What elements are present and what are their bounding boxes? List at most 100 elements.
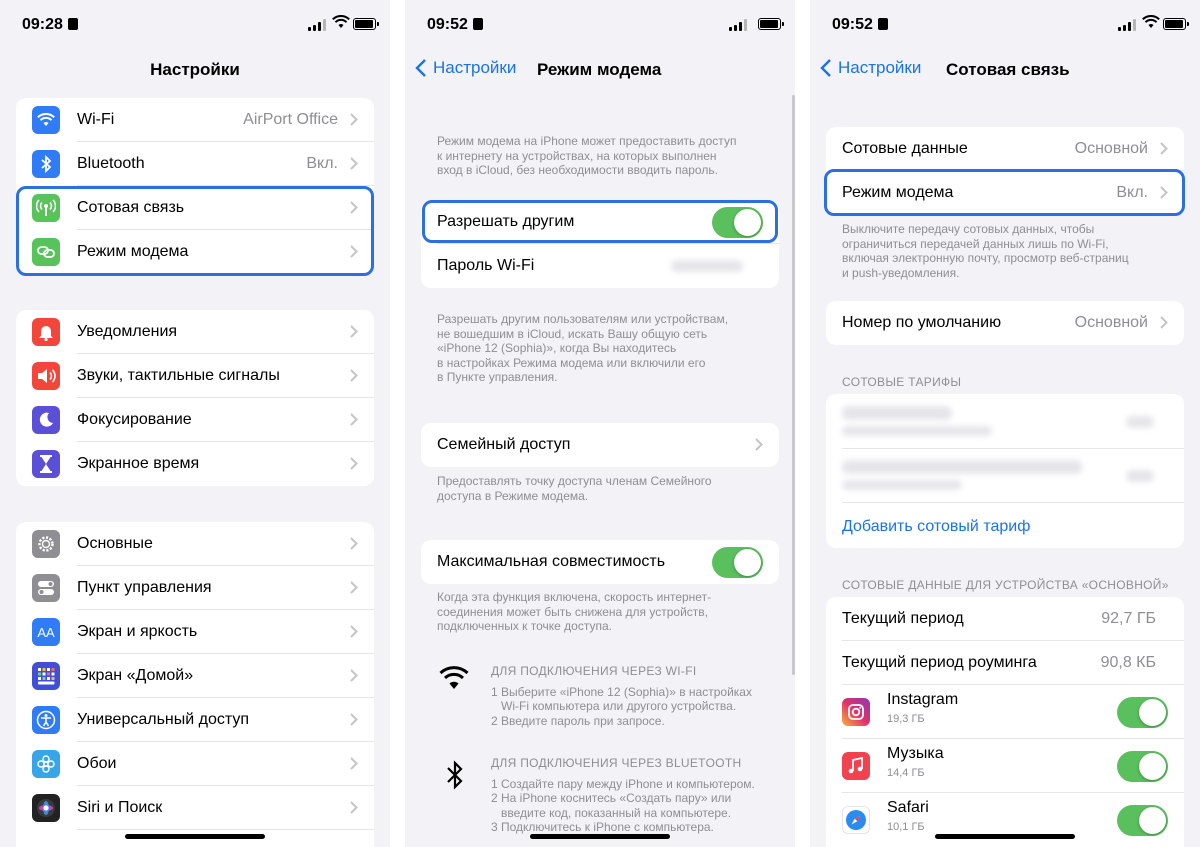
status-time: 09:52 [427, 16, 483, 34]
family-note: Предоставлять точку доступа членам Семей… [437, 474, 712, 503]
row-label: Пункт управления [77, 579, 212, 596]
chevron-right-icon [350, 537, 358, 550]
chevron-left-icon [820, 59, 831, 77]
toggles-icon [32, 574, 60, 602]
lock-icon [877, 18, 888, 30]
hotspot-screen: 09:52 Настройки Режим модема Режим модем… [405, 0, 795, 847]
status-bar: 09:52 [405, 0, 795, 48]
back-label: Настройки [433, 58, 517, 77]
row-label: Уведомления [77, 323, 178, 340]
add-plan-link[interactable]: Добавить сотовый тариф [842, 518, 1030, 536]
nav-bar: Настройки Сотовая связь [810, 48, 1200, 92]
app-usage: 19,3 ГБ [887, 713, 925, 725]
nav-bar: Настройки [0, 48, 390, 92]
blurred-plan-value [1126, 416, 1154, 428]
row-label: Экран и яркость [77, 623, 198, 640]
settings-row-screen-time[interactable]: Экранное время [16, 442, 374, 486]
general-group: Основные Пункт управления AA Экран и ярк… [16, 522, 374, 847]
row-label: Звуки, тактильные сигналы [77, 367, 280, 384]
app-cellular-toggle[interactable] [1117, 697, 1168, 728]
wifi-password-row[interactable]: Пароль Wi-Fi [421, 244, 779, 288]
wifi-instructions: ДЛЯ ПОДКЛЮЧЕНИЯ ЧЕРЕЗ WI-FI 1 Выберите «… [491, 664, 779, 728]
settings-row-wifi[interactable]: Wi-Fi AirPort Office [16, 98, 374, 142]
row-label: Семейный доступ [437, 436, 571, 453]
row-value: Основной [1074, 140, 1148, 157]
settings-row-focus[interactable]: Фокусирование [16, 398, 374, 442]
row-value: AirPort Office [243, 111, 338, 128]
settings-row-sounds[interactable]: Звуки, тактильные сигналы [16, 354, 374, 398]
row-label: Основные [77, 535, 153, 552]
chevron-right-icon [350, 369, 358, 382]
usage-group: Текущий период 92,7 ГБ Текущий период ро… [826, 597, 1184, 847]
wifi-instructions-header: ДЛЯ ПОДКЛЮЧЕНИЯ ЧЕРЕЗ WI-FI [491, 664, 697, 678]
lock-icon [472, 18, 483, 30]
settings-row-wallpaper[interactable]: Обои [16, 742, 374, 786]
back-button[interactable]: Настройки [415, 58, 516, 78]
nav-bar: Настройки Режим модема [405, 48, 795, 92]
cellular-data-row[interactable]: Сотовые данные Основной [826, 127, 1184, 171]
settings-row-siri[interactable]: Siri и Поиск [16, 786, 374, 830]
grid-icon [32, 662, 60, 690]
intro-text: Режим модема на iPhone может предоставит… [437, 134, 737, 177]
settings-row-home-screen[interactable]: Экран «Домой» [16, 654, 374, 698]
max-compat-toggle[interactable] [712, 546, 763, 578]
scrollbar[interactable] [792, 95, 795, 675]
row-label: Максимальная совместимость [437, 553, 666, 570]
chevron-right-icon [1160, 142, 1168, 155]
bell-icon [32, 318, 60, 346]
signal-icon [308, 19, 326, 31]
settings-row-accessibility[interactable]: Универсальный доступ [16, 698, 374, 742]
family-group: Семейный доступ [421, 423, 779, 467]
back-button[interactable]: Настройки [820, 58, 921, 78]
row-label: Экран «Домой» [77, 667, 194, 684]
blurred-plan-detail [842, 426, 992, 436]
row-label: Фокусирование [77, 411, 192, 428]
gear-icon [32, 530, 60, 558]
row-value: Вкл. [306, 155, 338, 172]
row-label: Текущий период [842, 610, 964, 627]
app-row-instagram: Instagram 19,3 ГБ [826, 685, 1184, 739]
plans-header: СОТОВЫЕ ТАРИФЫ [842, 375, 962, 389]
signal-icon [1118, 19, 1136, 31]
row-label: Bluetooth [77, 155, 145, 172]
home-indicator[interactable] [125, 834, 265, 839]
wifi-icon [439, 666, 469, 689]
bluetooth-icon [32, 150, 60, 178]
settings-row-display[interactable]: AA Экран и яркость [16, 610, 374, 654]
home-indicator[interactable] [935, 834, 1075, 839]
settings-row-control-center[interactable]: Пункт управления [16, 566, 374, 610]
plans-group: Добавить сотовый тариф [826, 394, 1184, 548]
settings-row-notifications[interactable]: Уведомления [16, 310, 374, 354]
accessibility-icon [32, 706, 60, 734]
row-label: Wi-Fi [77, 111, 115, 128]
blurred-plan-name [842, 406, 952, 420]
blurred-plan-detail [842, 480, 962, 490]
current-period-row: Текущий период 92,7 ГБ [826, 597, 1184, 641]
app-name: Музыка [887, 745, 944, 762]
page-title: Сотовая связь [946, 60, 1070, 79]
chevron-left-icon [415, 59, 426, 77]
compat-group: Максимальная совместимость [421, 540, 779, 584]
aa-icon: AA [32, 618, 60, 646]
default-line-row[interactable]: Номер по умолчанию Основной [826, 301, 1184, 345]
app-cellular-toggle[interactable] [1117, 805, 1168, 836]
bluetooth-instructions: ДЛЯ ПОДКЛЮЧЕНИЯ ЧЕРЕЗ BLUETOOTH 1 Создай… [491, 756, 779, 835]
chevron-right-icon [350, 157, 358, 170]
row-label: Текущий период роуминга [842, 654, 1037, 671]
battery-icon [758, 18, 784, 30]
family-sharing-row[interactable]: Семейный доступ [421, 423, 779, 467]
row-label: Обои [77, 755, 117, 772]
app-name: Safari [887, 799, 929, 816]
app-cellular-toggle[interactable] [1117, 751, 1168, 782]
settings-row-general[interactable]: Основные [16, 522, 374, 566]
settings-row-bluetooth[interactable]: Bluetooth Вкл. [16, 142, 374, 186]
chevron-right-icon [350, 457, 358, 470]
status-time: 09:52 [832, 16, 888, 34]
bluetooth-icon [447, 760, 463, 790]
row-label: Номер по умолчанию [842, 314, 1002, 331]
home-indicator[interactable] [530, 834, 670, 839]
allow-note: Разрешать другим пользователям или устро… [437, 312, 729, 384]
row-value: Основной [1074, 314, 1148, 331]
highlight-frame [824, 169, 1185, 216]
bluetooth-instructions-header: ДЛЯ ПОДКЛЮЧЕНИЯ ЧЕРЕЗ BLUETOOTH [491, 756, 742, 770]
